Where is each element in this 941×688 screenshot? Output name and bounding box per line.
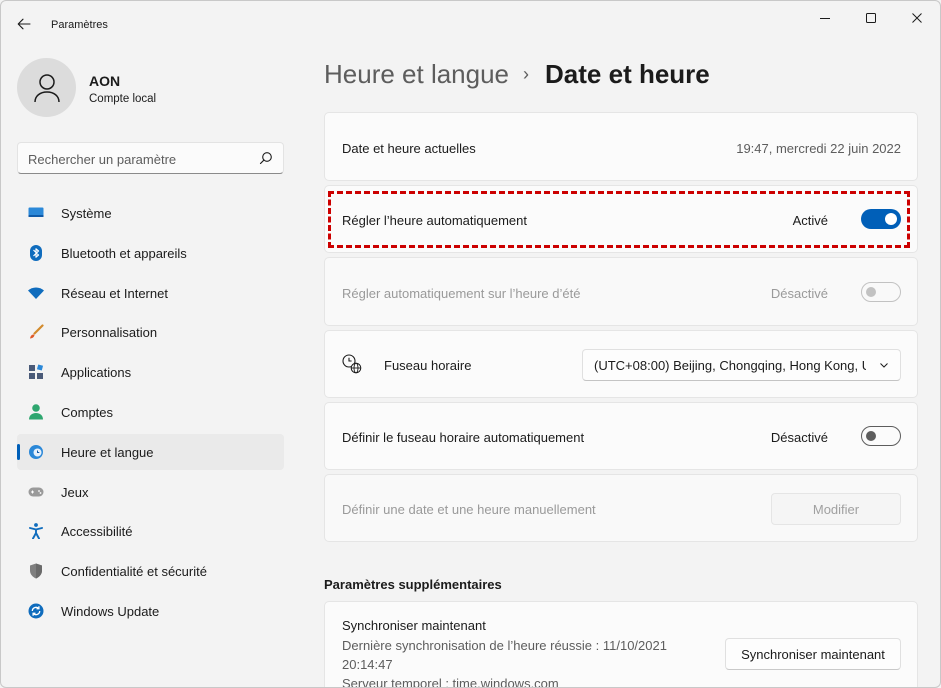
manual-datetime-label: Définir une date et une heure manuelleme…: [342, 502, 596, 517]
manual-datetime-card: Définir une date et une heure manuelleme…: [324, 474, 918, 542]
apps-icon: [28, 364, 44, 380]
timezone-value: (UTC+08:00) Beijing, Chongqing, Hong Kon…: [594, 358, 866, 373]
auto-timezone-state: Désactivé: [770, 430, 828, 445]
sidebar-item-personnalisation[interactable]: Personnalisation: [17, 314, 284, 350]
update-icon: [28, 603, 44, 619]
sync-card: Synchroniser maintenant Dernière synchro…: [324, 601, 918, 688]
minimize-icon: [820, 18, 830, 19]
auto-timezone-toggle[interactable]: [861, 426, 901, 446]
auto-time-toggle[interactable]: [861, 209, 901, 229]
current-datetime-label: Date et heure actuelles: [342, 141, 476, 156]
sidebar-item-heure-et-langue[interactable]: Heure et langue: [17, 433, 284, 470]
timezone-select[interactable]: (UTC+08:00) Beijing, Chongqing, Hong Kon…: [582, 349, 901, 381]
sync-title: Synchroniser maintenant: [342, 618, 486, 633]
auto-time-label: Régler l’heure automatiquement: [342, 213, 527, 228]
breadcrumb: Heure et langue › Date et heure: [324, 59, 710, 90]
toggle-knob: [885, 213, 897, 225]
close-button[interactable]: [894, 5, 940, 31]
search-input[interactable]: [28, 149, 253, 169]
sidebar-item-label: Accessibilité: [61, 524, 133, 540]
sync-last-success: Dernière synchronisation de l’heure réus…: [342, 638, 667, 653]
gamepad-icon: [28, 484, 44, 500]
sidebar-item-label: Personnalisation: [61, 325, 158, 341]
profile-account-type: Compte local: [89, 93, 157, 105]
clock-globe-icon: [28, 444, 44, 460]
account-icon: [28, 404, 44, 420]
current-datetime-card: Date et heure actuelles 19:47, mercredi …: [324, 112, 918, 181]
sync-now-button[interactable]: Synchroniser maintenant: [725, 638, 901, 670]
toggle-knob: [866, 431, 876, 441]
modify-button[interactable]: Modifier: [771, 493, 901, 525]
sidebar-item-label: Windows Update: [61, 603, 160, 619]
wifi-icon: [28, 285, 44, 301]
settings-window: Paramètres AON Compte local Rechercher u…: [0, 0, 941, 688]
timezone-label: Fuseau horaire: [384, 358, 472, 373]
auto-dst-card: Régler automatiquement sur l’heure d’été…: [324, 257, 918, 326]
arrow-left-icon: [17, 18, 31, 30]
sidebar-item-windows-update[interactable]: Windows Update: [17, 593, 284, 629]
auto-dst-label: Régler automatiquement sur l’heure d’été: [342, 286, 581, 301]
active-indicator: [17, 443, 20, 460]
back-button[interactable]: [13, 13, 35, 35]
sidebar-item-bluetooth[interactable]: Bluetooth et appareils: [17, 235, 284, 271]
bluetooth-icon: [28, 244, 44, 261]
sidebar-item-jeux[interactable]: Jeux: [17, 474, 284, 510]
person-icon: [33, 73, 60, 102]
sidebar-item-applications[interactable]: Applications: [17, 354, 284, 390]
auto-dst-state: Désactivé: [770, 286, 828, 301]
maximize-button[interactable]: [848, 5, 894, 31]
sidebar-item-label: Comptes: [61, 404, 114, 420]
accessibility-icon: [28, 523, 44, 540]
toggle-knob: [866, 287, 876, 297]
auto-dst-toggle[interactable]: [861, 282, 901, 302]
timezone-card: Fuseau horaire (UTC+08:00) Beijing, Chon…: [324, 330, 918, 398]
title-bar: Paramètres: [1, 1, 940, 41]
current-datetime-value: 19:47, mercredi 22 juin 2022: [736, 141, 901, 156]
timezone-icon: [342, 354, 362, 377]
sidebar-item-label: Bluetooth et appareils: [61, 245, 187, 261]
sync-last-time: 20:14:47: [342, 657, 393, 672]
auto-time-state: Activé: [792, 213, 828, 228]
section-title: Paramètres supplémentaires: [324, 577, 502, 592]
brush-icon: [28, 324, 44, 340]
sidebar-item-label: Confidentialité et sécurité: [61, 564, 207, 580]
sidebar-item-label: Jeux: [61, 484, 89, 500]
avatar[interactable]: [17, 58, 76, 117]
profile-name: AON: [89, 73, 121, 89]
breadcrumb-parent[interactable]: Heure et langue: [324, 59, 509, 90]
sidebar-item-label: Réseau et Internet: [61, 285, 168, 301]
sidebar-item-confidentialite[interactable]: Confidentialité et sécurité: [17, 553, 284, 589]
chevron-down-icon: [880, 363, 888, 368]
auto-timezone-card: Définir le fuseau horaire automatiquemen…: [324, 402, 918, 470]
sidebar-item-comptes[interactable]: Comptes: [17, 394, 284, 430]
shield-icon: [28, 563, 44, 579]
sidebar-item-systeme[interactable]: Système: [17, 195, 284, 231]
sidebar-item-accessibilite[interactable]: Accessibilité: [17, 513, 284, 549]
page-title: Date et heure: [545, 59, 710, 89]
auto-timezone-label: Définir le fuseau horaire automatiquemen…: [342, 430, 585, 445]
auto-time-card: Régler l’heure automatiquement Activé: [324, 185, 918, 253]
minimize-button[interactable]: [802, 5, 848, 31]
sidebar-item-label: Applications: [61, 365, 132, 381]
search-icon[interactable]: [259, 151, 273, 165]
maximize-icon: [866, 13, 876, 23]
sidebar-item-label: Système: [61, 206, 112, 221]
app-title: Paramètres: [51, 19, 108, 31]
sidebar-item-reseau[interactable]: Réseau et Internet: [17, 275, 284, 311]
search-box: [17, 142, 284, 174]
time-server: Serveur temporel : time.windows.com: [342, 676, 559, 688]
display-icon: [28, 205, 44, 221]
sidebar-item-label: Heure et langue: [61, 444, 154, 460]
sidebar-nav: Système Bluetooth et appareils Réseau et…: [17, 195, 284, 633]
breadcrumb-separator: ›: [523, 64, 530, 84]
close-icon: [912, 13, 922, 23]
